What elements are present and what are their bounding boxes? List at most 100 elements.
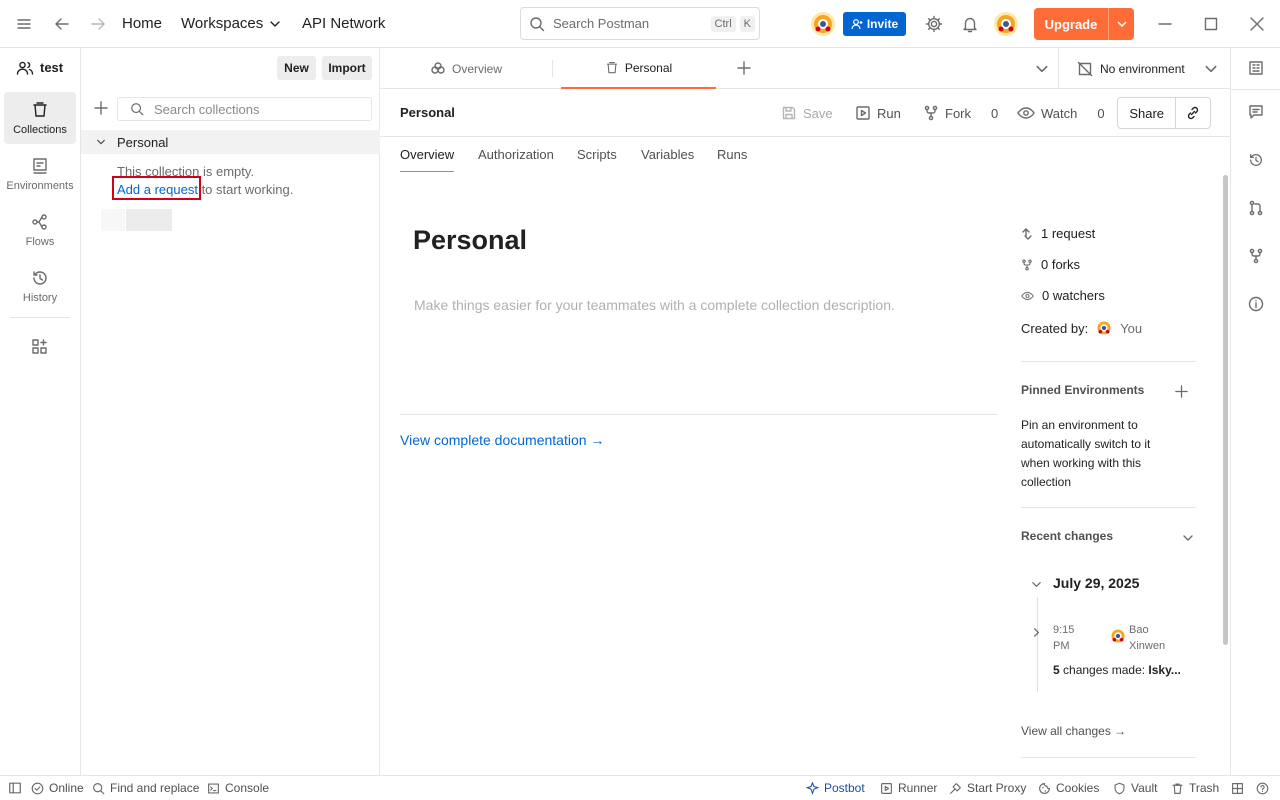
tab-overview[interactable]: Overview [380, 48, 552, 89]
pull-requests-icon[interactable] [1248, 200, 1264, 216]
recent-change-time: 9:15 PM [1053, 624, 1075, 652]
start-proxy-label: Start Proxy [967, 781, 1027, 795]
tab-label: Overview [451, 61, 502, 76]
collection-description-input[interactable]: Make things easier for your teammates wi… [414, 297, 895, 313]
forward-arrow-icon[interactable] [89, 15, 107, 33]
vault-button[interactable]: Vault [1113, 776, 1157, 800]
eye-icon [1021, 291, 1034, 301]
global-search-input[interactable]: Search Postman Ctrl K [520, 7, 760, 40]
layout-grid-icon[interactable] [1231, 776, 1244, 800]
content-scrollbar[interactable] [1223, 175, 1228, 645]
configure-workbench-icon[interactable] [31, 338, 49, 356]
console-button[interactable]: Console [207, 776, 269, 800]
subtab-overview[interactable]: Overview [400, 137, 455, 172]
proxy-icon [949, 782, 962, 795]
api-network-link[interactable]: API Network [302, 15, 385, 32]
collection-tree-item[interactable]: Personal [81, 130, 380, 154]
run-button[interactable]: Run [855, 89, 901, 137]
help-icon[interactable] [1256, 776, 1269, 800]
info-icon[interactable] [1248, 296, 1264, 312]
tab-personal[interactable]: Personal [561, 48, 716, 89]
recent-change-summary[interactable]: 5 changes made: Isky... [1053, 663, 1181, 677]
fork-label: Fork [945, 105, 971, 121]
subtab-runs[interactable]: Runs [717, 137, 747, 172]
collections-icon [31, 101, 49, 119]
user-avatar[interactable] [994, 12, 1018, 36]
settings-gear-icon[interactable] [925, 15, 943, 33]
notifications-bell-icon[interactable] [961, 15, 979, 33]
avatar-icon [1110, 628, 1126, 644]
collections-search-input[interactable]: Search collections [117, 97, 372, 121]
find-replace-label: Find and replace [110, 781, 200, 795]
watch-count: 0 [1097, 105, 1105, 121]
online-status[interactable]: Online [31, 776, 84, 800]
back-arrow-icon[interactable] [53, 15, 71, 33]
created-by: Created by: You [1021, 320, 1142, 336]
subtab-authorization[interactable]: Authorization [478, 137, 554, 172]
watchers-count-label: 0 watchers [1042, 288, 1105, 303]
fork-count: 0 [991, 105, 999, 121]
menu-icon[interactable] [16, 16, 32, 32]
maximize-icon[interactable] [1203, 16, 1219, 32]
start-proxy-button[interactable]: Start Proxy [949, 776, 1026, 800]
postbot-button[interactable]: Postbot [806, 776, 865, 800]
created-by-label: Created by: [1021, 320, 1089, 336]
close-icon[interactable] [1249, 16, 1265, 32]
find-and-replace-button[interactable]: Find and replace [92, 776, 199, 800]
sidebar-item-history[interactable]: History [4, 260, 76, 312]
collection-title[interactable]: Personal [413, 225, 527, 256]
copy-link-icon[interactable] [1176, 105, 1210, 121]
chevron-down-icon[interactable] [1031, 579, 1042, 590]
chevron-down-icon[interactable] [1109, 18, 1134, 30]
add-collection-icon[interactable] [93, 100, 109, 116]
import-button[interactable]: Import [322, 56, 372, 80]
recent-change-target: Isky... [1148, 663, 1181, 677]
comments-icon[interactable] [1248, 104, 1264, 120]
upgrade-label: Upgrade [1044, 16, 1098, 32]
watch-button[interactable]: Watch 0 [1017, 89, 1105, 137]
team-avatar[interactable] [811, 12, 835, 36]
sidebar-item-collections[interactable]: Collections [4, 92, 76, 144]
shortcut-ctrl: Ctrl [710, 15, 736, 32]
sidebar-item-flows[interactable]: Flows [4, 204, 76, 256]
trash-button[interactable]: Trash [1171, 776, 1219, 800]
search-placeholder: Search collections [154, 101, 260, 117]
toggle-sidebar-icon[interactable] [8, 776, 22, 800]
subtab-scripts[interactable]: Scripts [577, 137, 617, 172]
no-environment-icon [1077, 61, 1093, 77]
changelog-history-icon[interactable] [1248, 152, 1264, 168]
new-button[interactable]: New [277, 56, 316, 80]
chevron-down-icon[interactable] [1182, 532, 1194, 544]
tabs-dropdown-chevron-icon[interactable] [1035, 62, 1049, 76]
watch-label: Watch [1041, 105, 1078, 121]
save-button[interactable]: Save [781, 89, 833, 137]
invite-label: Invite [866, 17, 899, 31]
home-link[interactable]: Home [122, 15, 162, 32]
cookie-icon [1038, 782, 1051, 795]
highlight-box [112, 176, 201, 200]
sidebar-rail: Collections Environments Flows History [0, 48, 81, 775]
environment-quicklook-icon[interactable] [1248, 60, 1264, 76]
invite-button[interactable]: Invite [843, 12, 906, 36]
sidebar-item-environments[interactable]: Environments [4, 148, 76, 200]
environment-selector[interactable]: No environment [1059, 48, 1230, 89]
view-documentation-link[interactable]: View complete documentation → [400, 432, 604, 448]
share-button[interactable]: Share [1118, 106, 1175, 121]
forks-icon[interactable] [1248, 248, 1264, 264]
view-all-changes-link[interactable]: View all changes → [1021, 724, 1126, 738]
runner-button[interactable]: Runner [880, 776, 937, 800]
chevron-down-icon[interactable] [96, 137, 106, 147]
add-pinned-environment-icon[interactable] [1174, 384, 1189, 399]
fork-button[interactable]: Fork 0 [923, 89, 998, 137]
subtab-variables[interactable]: Variables [641, 137, 694, 172]
workspaces-menu[interactable]: Workspaces [181, 15, 281, 32]
cookies-button[interactable]: Cookies [1038, 776, 1099, 800]
recent-change-count: 5 [1053, 663, 1060, 677]
upgrade-button[interactable]: Upgrade [1034, 8, 1134, 40]
minimize-icon[interactable] [1157, 16, 1173, 32]
team-icon [16, 59, 34, 77]
chevron-right-icon[interactable] [1031, 627, 1042, 638]
new-tab-plus-icon[interactable] [736, 60, 752, 76]
created-by-user[interactable]: You [1120, 321, 1142, 336]
recent-change-text: changes made: [1059, 663, 1149, 677]
